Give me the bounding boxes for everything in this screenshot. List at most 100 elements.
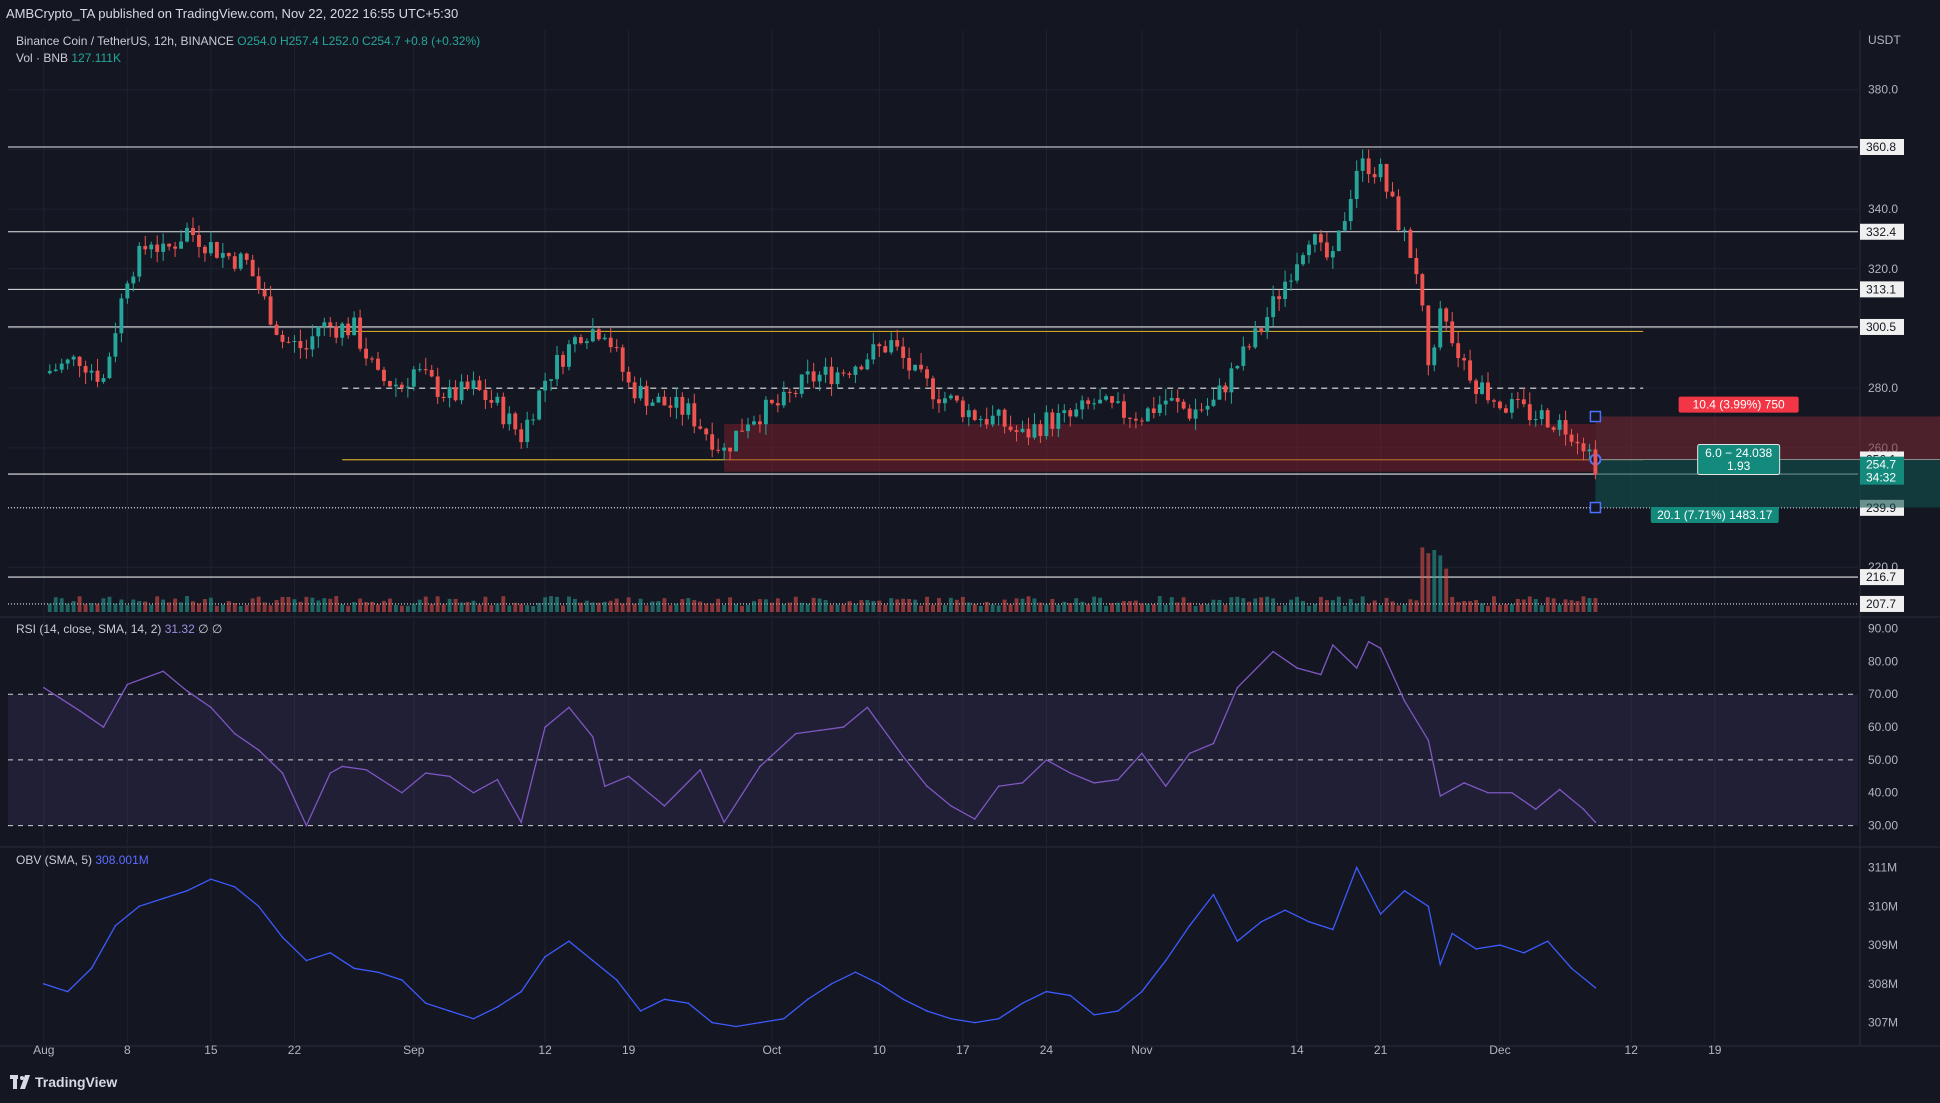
volume-bar (740, 605, 744, 612)
volume-bar (393, 604, 398, 612)
candle-body (1426, 305, 1431, 366)
candle-body (919, 364, 924, 370)
symbol-title[interactable]: Binance Coin / TetherUS, 12h, BINANCE (16, 34, 234, 48)
candle-body (387, 381, 392, 387)
volume-bar (1187, 602, 1192, 612)
volume-bar (829, 604, 834, 612)
candle-body (543, 380, 548, 391)
volume-bar (364, 602, 369, 612)
obv-point (138, 905, 141, 908)
candle-body (1175, 398, 1180, 402)
volume-bar (937, 597, 941, 612)
candle-body (931, 378, 935, 400)
volume-bar (352, 602, 357, 612)
candle-body (1372, 174, 1377, 178)
x-tick-label: 19 (1708, 1043, 1722, 1057)
volume-bar (47, 603, 52, 612)
candle-body (489, 400, 494, 403)
candle-body (1265, 317, 1270, 333)
volume-bar (1581, 596, 1586, 612)
volume-bar (477, 604, 482, 612)
chart-background (0, 0, 1940, 1103)
volume-bar (787, 602, 792, 612)
volume-bar (877, 600, 882, 612)
volume-bar (334, 596, 339, 612)
obv-point (281, 936, 284, 939)
candle-body (1342, 221, 1347, 231)
volume-bar (423, 596, 428, 612)
candle-body (1110, 396, 1114, 403)
symbol-header: Binance Coin / TetherUS, 12h, BINANCE O2… (16, 34, 480, 48)
rsi-point (603, 785, 606, 787)
volume-bar (382, 600, 386, 612)
candle-body (1503, 408, 1508, 413)
volume-bar (1247, 601, 1252, 612)
candle-body (1330, 251, 1335, 258)
volume-bar (1026, 596, 1031, 612)
candle-body (352, 317, 357, 336)
candle-body (829, 366, 834, 385)
candle-body (1432, 347, 1437, 366)
tradingview-logo[interactable]: TradingView (10, 1074, 117, 1090)
obv-point (592, 959, 594, 962)
candle-body (746, 424, 750, 432)
candle-body (501, 396, 506, 425)
volume-bar (1277, 605, 1282, 612)
candle-body (1497, 401, 1502, 409)
rsi-point (1117, 778, 1119, 781)
candle-body (793, 392, 798, 394)
obv-label[interactable]: OBV (SMA, 5) (16, 853, 92, 867)
chart-canvas[interactable]: Aug 8 15 22 Sep 12 19 Oct 10 17 24 Nov 14 21 Dec 12 1922… (0, 0, 1940, 1103)
rsi-point (126, 683, 129, 686)
rsi-label[interactable]: RSI (14, close, SMA, 14, 2) (16, 622, 161, 636)
candle-body (1480, 382, 1484, 394)
candle-body (1211, 399, 1216, 406)
obv-point (806, 998, 809, 1001)
candle-body (471, 380, 476, 390)
volume-bar (757, 599, 762, 612)
volume-bar (817, 598, 822, 612)
volume-bar (644, 605, 649, 612)
candle-body (202, 246, 207, 254)
obv-value: 308.001M (95, 853, 149, 867)
position-handle[interactable] (1589, 410, 1602, 423)
obv-point (43, 983, 45, 985)
volume-bar (83, 604, 88, 612)
volume-label[interactable]: Vol · BNB (16, 51, 68, 65)
volume-bar (471, 600, 476, 612)
volume-bar (1366, 603, 1371, 612)
volume-bar (889, 598, 894, 612)
volume-bar (531, 605, 536, 612)
volume-bar (1587, 598, 1592, 612)
rsi-point (233, 732, 236, 735)
volume-bar (668, 605, 673, 612)
rsi-point (1379, 647, 1382, 650)
candle-body (1002, 409, 1007, 427)
candle-body (1581, 443, 1586, 452)
candle-body (59, 363, 64, 370)
volume-bar (626, 597, 631, 612)
rsi-point (472, 791, 475, 794)
volume-bar (1497, 604, 1502, 612)
currency-label: USDT (1868, 33, 1901, 47)
position-handle[interactable] (1589, 501, 1602, 514)
candle-body (417, 369, 422, 371)
volume-bar (292, 599, 297, 612)
candle-body (567, 344, 571, 367)
candle-body (1014, 430, 1019, 432)
rsi-point (902, 755, 904, 758)
volume-bar (370, 601, 374, 612)
rsi-point (1582, 808, 1585, 810)
obv-point (305, 959, 308, 962)
obv-point (1236, 940, 1239, 942)
volume-bar (1145, 603, 1150, 612)
rsi-extra: ∅ ∅ (198, 622, 223, 636)
volume-bar (1324, 600, 1329, 612)
volume-bar (525, 605, 530, 612)
rsi-tick-label: 50.00 (1868, 753, 1898, 767)
candle-body (1563, 420, 1568, 435)
candle-body (990, 415, 995, 425)
volume-bar (966, 602, 971, 612)
volume-bar (1486, 605, 1490, 612)
candle-body (531, 419, 536, 421)
